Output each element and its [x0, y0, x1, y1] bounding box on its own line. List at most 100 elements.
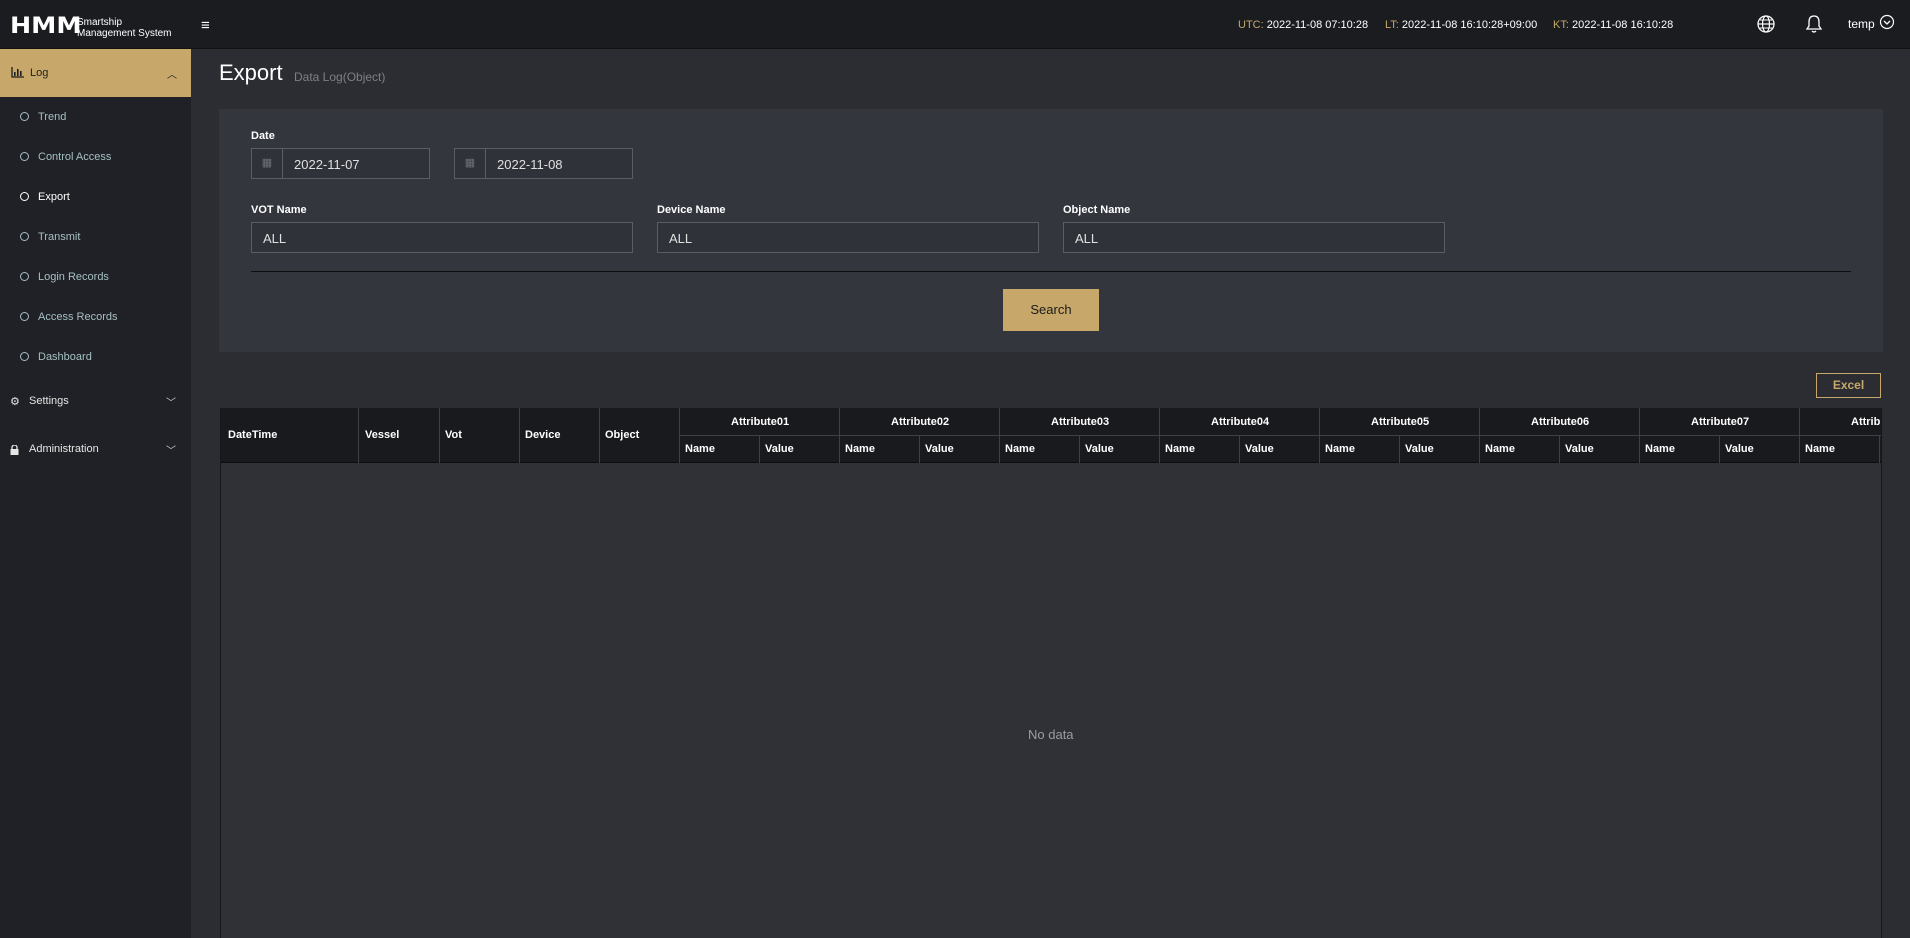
column-divider [839, 408, 840, 463]
circle-icon [20, 112, 29, 121]
col-vessel[interactable]: Vessel [365, 429, 399, 441]
menu-toggle-icon[interactable]: ≡ [201, 17, 210, 34]
sidebar-item-control-access[interactable]: Control Access [0, 145, 191, 169]
column-divider [599, 408, 600, 463]
column-divider [919, 435, 920, 463]
kt-clock: KT: 2022-11-08 16:10:28 [1553, 19, 1673, 31]
column-divider [1399, 435, 1400, 463]
column-divider [1559, 435, 1560, 463]
col-attribute07[interactable]: Attribute07 [1691, 416, 1749, 428]
circle-icon [20, 272, 29, 281]
sidebar-item-label: Transmit [38, 231, 81, 243]
column-divider [1799, 408, 1800, 463]
chevron-up-icon: ︿ [167, 70, 177, 81]
lt-clock: LT: 2022-11-08 16:10:28+09:00 [1385, 19, 1537, 31]
gear-icon: ⚙ [10, 396, 20, 408]
utc-label: UTC: [1238, 19, 1264, 31]
col-attribute01[interactable]: Attribute01 [731, 416, 789, 428]
circle-icon [20, 312, 29, 321]
sidebar-item-login-records[interactable]: Login Records [0, 265, 191, 289]
date-from-picker[interactable]: ▦ 2022-11-07 [251, 148, 430, 179]
sidebar-item-label: Control Access [38, 151, 112, 163]
utc-clock: UTC: 2022-11-08 07:10:28 [1238, 19, 1368, 31]
sidebar-item-export[interactable]: Export [0, 185, 191, 209]
sidebar-item-label: Export [38, 191, 70, 203]
sidebar-item-label: Administration [29, 443, 99, 455]
col-attribute08[interactable]: Attribu [1851, 416, 1881, 428]
col-attr04-name[interactable]: Name [1165, 443, 1195, 455]
col-vot[interactable]: Vot [445, 429, 462, 441]
col-attr08-name[interactable]: Name [1805, 443, 1835, 455]
divider [251, 271, 1851, 272]
vot-name-label: VOT Name [251, 204, 307, 216]
date-to-picker[interactable]: ▦ 2022-11-08 [454, 148, 633, 179]
circle-icon [20, 352, 29, 361]
col-attribute03[interactable]: Attribute03 [1051, 416, 1109, 428]
hmm-logo[interactable]: HMM [10, 14, 82, 39]
chevron-down-icon: ﹀ [166, 446, 176, 457]
col-device[interactable]: Device [525, 429, 560, 441]
column-divider [439, 408, 440, 463]
col-attr01-value[interactable]: Value [765, 443, 794, 455]
device-name-select[interactable]: ALL [657, 222, 1039, 253]
page-title: Export [219, 60, 283, 85]
user-menu-chevron-icon[interactable] [1879, 14, 1895, 30]
excel-button[interactable]: Excel [1816, 373, 1881, 398]
col-attribute05[interactable]: Attribute05 [1371, 416, 1429, 428]
column-divider [1079, 435, 1080, 463]
col-attribute02[interactable]: Attribute02 [891, 416, 949, 428]
object-name-label: Object Name [1063, 204, 1131, 216]
date-label: Date [251, 130, 275, 142]
sidebar-item-label: Dashboard [38, 351, 92, 363]
column-divider [999, 408, 1000, 463]
col-datetime[interactable]: DateTime [228, 429, 277, 441]
sidebar-item-log[interactable]: Log ︿ [0, 49, 191, 97]
col-attr03-value[interactable]: Value [1085, 443, 1114, 455]
col-attr04-value[interactable]: Value [1245, 443, 1274, 455]
col-attr06-name[interactable]: Name [1485, 443, 1515, 455]
column-divider [1479, 408, 1480, 463]
col-attribute06[interactable]: Attribute06 [1531, 416, 1589, 428]
sidebar-item-label: Trend [38, 111, 67, 123]
brand-name: Smartship Management System [77, 17, 172, 39]
col-attr05-name[interactable]: Name [1325, 443, 1355, 455]
col-attr05-value[interactable]: Value [1405, 443, 1434, 455]
sidebar-item-dashboard[interactable]: Dashboard [0, 345, 191, 369]
globe-icon[interactable] [1755, 13, 1777, 35]
col-object[interactable]: Object [605, 429, 639, 441]
sidebar-item-settings[interactable]: ⚙ Settings ﹀ [0, 389, 191, 413]
col-attr01-name[interactable]: Name [685, 443, 715, 455]
col-attribute04[interactable]: Attribute04 [1211, 416, 1269, 428]
sidebar-item-transmit[interactable]: Transmit [0, 225, 191, 249]
col-attr06-value[interactable]: Value [1565, 443, 1594, 455]
col-attr07-value[interactable]: Value [1725, 443, 1754, 455]
bell-icon[interactable] [1803, 13, 1825, 35]
lt-label: LT: [1385, 19, 1399, 31]
circle-icon [20, 192, 29, 201]
sidebar-item-access-records[interactable]: Access Records [0, 305, 191, 329]
column-divider [1239, 435, 1240, 463]
search-button[interactable]: Search [1003, 289, 1099, 331]
empty-state-text: No data [1028, 727, 1074, 742]
kt-label: KT: [1553, 19, 1569, 31]
circle-icon [20, 152, 29, 161]
vot-name-select[interactable]: ALL [251, 222, 633, 253]
column-divider [1639, 408, 1640, 463]
column-divider [1719, 435, 1720, 463]
object-name-select[interactable]: ALL [1063, 222, 1445, 253]
user-name[interactable]: temp [1848, 17, 1875, 31]
sidebar-item-administration[interactable]: Administration ﹀ [0, 437, 191, 461]
column-divider [519, 408, 520, 463]
col-attr03-name[interactable]: Name [1005, 443, 1035, 455]
filter-panel: Date ▦ 2022-11-07 ▦ 2022-11-08 VOT Name … [219, 109, 1883, 352]
sidebar-item-trend[interactable]: Trend [0, 105, 191, 129]
col-attr07-name[interactable]: Name [1645, 443, 1675, 455]
col-attr02-value[interactable]: Value [925, 443, 954, 455]
column-divider [759, 435, 760, 463]
page-subtitle: Data Log(Object) [294, 70, 386, 84]
date-from-value: 2022-11-07 [294, 157, 360, 172]
column-divider [1879, 435, 1880, 463]
utc-value: 2022-11-08 07:10:28 [1266, 19, 1369, 31]
table-header: DateTime Vessel Vot Device Object Attrib… [221, 408, 1881, 463]
col-attr02-name[interactable]: Name [845, 443, 875, 455]
